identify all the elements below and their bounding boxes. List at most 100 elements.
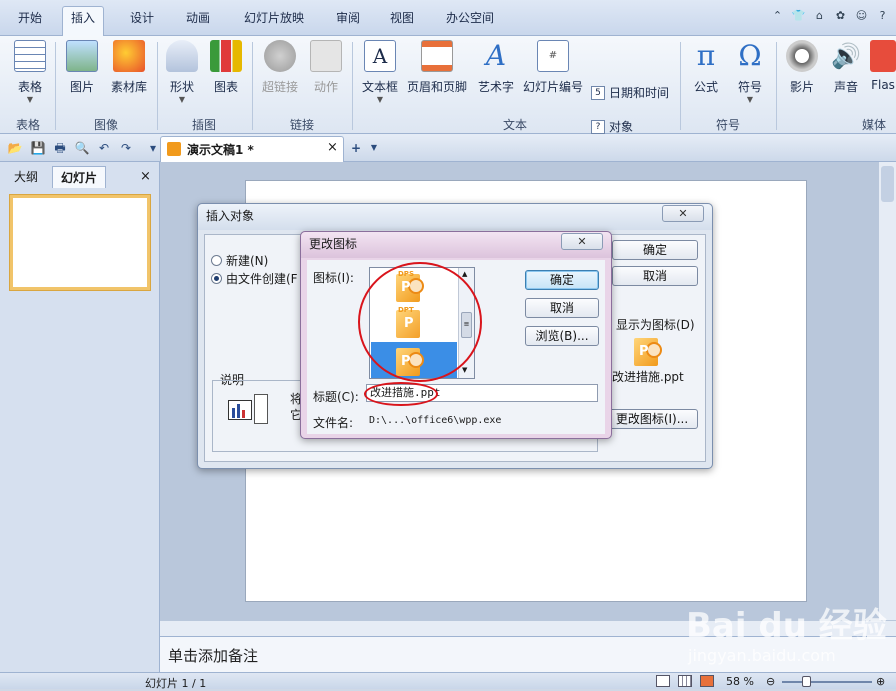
- slide-number-button[interactable]: # 幻灯片编号: [520, 40, 586, 95]
- scroll-up-icon[interactable]: ▲: [462, 270, 467, 278]
- symbol-button[interactable]: Ω 符号 ▼: [732, 40, 768, 105]
- document-tab[interactable]: 演示文稿1 * ×: [160, 136, 344, 162]
- object-button[interactable]: ? 对象: [591, 118, 633, 135]
- radio-from-file[interactable]: [211, 273, 222, 284]
- clipart-button[interactable]: 素材库: [108, 40, 150, 95]
- quick-access-bar: 📂 💾 🖶 🔍 ↶ ↷ ▾ + ▼: [0, 134, 896, 162]
- tab-slideshow[interactable]: 幻灯片放映: [236, 8, 312, 36]
- redo-icon[interactable]: ↷: [118, 140, 134, 156]
- formula-label: 公式: [693, 80, 718, 94]
- textbox-button[interactable]: A 文本框 ▼: [358, 40, 402, 104]
- picture-button[interactable]: 图片: [64, 40, 100, 95]
- shape-button[interactable]: 形状 ▼: [164, 40, 200, 104]
- group-label-image: 图像: [94, 118, 119, 132]
- close-panel-icon[interactable]: ×: [140, 169, 151, 184]
- dropdown-icon: ▼: [26, 95, 34, 104]
- slideshow-icon[interactable]: [700, 675, 714, 687]
- new-tab-button[interactable]: +: [346, 140, 366, 156]
- ok-button[interactable]: 确定: [525, 270, 599, 290]
- normal-view-icon[interactable]: [656, 675, 670, 687]
- close-tab-icon[interactable]: ×: [327, 140, 338, 155]
- save-icon[interactable]: 💾: [30, 140, 46, 156]
- vertical-scrollbar[interactable]: [878, 162, 896, 620]
- change-icon-button[interactable]: 更改图标(I)...: [606, 409, 698, 429]
- zoom-slider-thumb[interactable]: [802, 676, 811, 687]
- tab-design[interactable]: 设计: [122, 8, 162, 36]
- ribbon: 表格 ▼ 图片 素材库 形状 ▼ 图表 超链接 动作 A 文本框 ▼ 页眉和页脚…: [0, 36, 896, 134]
- display-as-icon-label[interactable]: 显示为图标(D): [616, 316, 695, 333]
- zoom-slider[interactable]: [782, 681, 872, 683]
- tab-review[interactable]: 审阅: [328, 8, 368, 36]
- scroll-thumb[interactable]: [881, 166, 894, 202]
- action-button[interactable]: 动作: [306, 40, 346, 95]
- group-label-illustration: 插图: [192, 118, 217, 132]
- table-button[interactable]: 表格 ▼: [12, 40, 48, 104]
- scroll-down-icon[interactable]: ▼: [462, 366, 467, 374]
- skin-icon[interactable]: ✿: [833, 8, 848, 23]
- close-icon[interactable]: ✕: [662, 205, 704, 222]
- collapse-icon[interactable]: ⌃: [770, 8, 785, 23]
- wordart-icon: A: [485, 39, 507, 72]
- slide-sorter-icon[interactable]: [678, 675, 692, 687]
- slide-thumbnail[interactable]: [10, 195, 150, 290]
- object-icon: ?: [591, 119, 605, 134]
- group-label-symbol: 符号: [716, 118, 741, 132]
- flash-icon: [870, 40, 896, 72]
- watermark-url: jingyan.baidu.com: [688, 646, 836, 665]
- print-preview-icon[interactable]: 🔍: [74, 140, 90, 156]
- tab-insert[interactable]: 插入: [62, 6, 105, 37]
- cancel-button[interactable]: 取消: [525, 298, 599, 318]
- tab-slides[interactable]: 幻灯片: [52, 166, 107, 188]
- chart-button[interactable]: 图表: [208, 40, 244, 95]
- movie-button[interactable]: 影片: [784, 40, 820, 95]
- cancel-button[interactable]: 取消: [612, 266, 698, 286]
- zoom-in-icon[interactable]: ⊕: [876, 675, 885, 688]
- tab-list-icon[interactable]: ▼: [366, 140, 382, 156]
- print-icon[interactable]: 🖶: [52, 140, 68, 156]
- table-label: 表格: [17, 80, 42, 94]
- sound-button[interactable]: 🔊 声音: [828, 40, 864, 95]
- home-icon[interactable]: ⌂: [812, 8, 827, 23]
- textbox-label: 文本框: [361, 80, 398, 94]
- tab-home[interactable]: 开始: [10, 8, 50, 36]
- dropdown-icon: ▼: [746, 95, 754, 104]
- open-folder-icon[interactable]: 📂: [7, 140, 23, 156]
- document-title: 演示文稿1 *: [187, 143, 254, 157]
- insert-object-title: 插入对象: [198, 204, 712, 230]
- group-label-link: 链接: [290, 118, 315, 132]
- chart-label: 图表: [213, 80, 238, 94]
- customize-icon[interactable]: ▾: [145, 140, 161, 156]
- formula-button[interactable]: π 公式: [688, 40, 724, 95]
- tab-view[interactable]: 视图: [382, 8, 422, 36]
- action-label: 动作: [313, 80, 338, 94]
- header-footer-button[interactable]: 页眉和页脚: [404, 40, 470, 95]
- group-separator: [680, 42, 681, 130]
- datetime-button[interactable]: 5 日期和时间: [591, 84, 669, 101]
- zoom-level: 58 %: [726, 675, 754, 688]
- group-separator: [776, 42, 777, 130]
- radio-from-file-label: 由文件创建(F: [226, 272, 298, 286]
- radio-new[interactable]: [211, 255, 222, 266]
- undo-icon[interactable]: ↶: [96, 140, 112, 156]
- wordart-label: 艺术字: [477, 80, 514, 94]
- icon-list-label: 图标(I):: [313, 271, 354, 285]
- zoom-out-icon[interactable]: ⊖: [766, 675, 775, 688]
- flash-button[interactable]: Flas: [870, 40, 896, 92]
- close-icon[interactable]: ✕: [561, 233, 603, 250]
- tab-office-space[interactable]: 办公空间: [438, 8, 502, 36]
- tab-animation[interactable]: 动画: [178, 8, 218, 36]
- filename-value: D:\...\office6\wpp.exe: [369, 415, 502, 426]
- wordart-button[interactable]: A 艺术字: [474, 40, 518, 95]
- picture-icon: [66, 40, 98, 72]
- tab-outline[interactable]: 大纲: [6, 166, 46, 188]
- group-label-media: 媒体: [862, 118, 887, 132]
- ok-button[interactable]: 确定: [612, 240, 698, 260]
- symbol-label: 符号: [737, 80, 762, 94]
- browse-button[interactable]: 浏览(B)...: [525, 326, 599, 346]
- shirt-icon[interactable]: 👕: [791, 8, 806, 23]
- slide-number-icon: #: [537, 40, 569, 72]
- help-icon[interactable]: ?: [875, 8, 890, 23]
- user-icon[interactable]: ☺: [854, 8, 869, 23]
- hyperlink-button[interactable]: 超链接: [258, 40, 302, 95]
- group-separator: [55, 42, 56, 130]
